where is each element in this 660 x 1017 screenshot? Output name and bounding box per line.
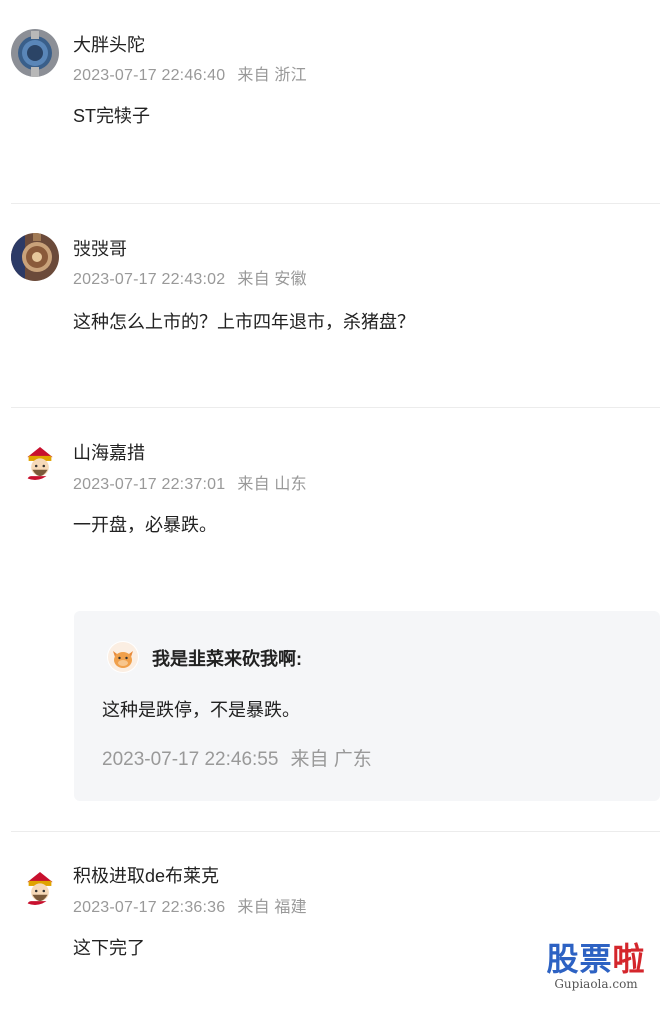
watermark-domain: Gupiaola.com [554, 977, 638, 991]
comment-content: ST完犊子 [73, 106, 151, 126]
timestamp: 2023-07-17 22:46:40 [73, 67, 226, 84]
divider [11, 407, 660, 408]
reply-timestamp: 2023-07-17 22:46:55 [102, 749, 279, 770]
username[interactable]: 积极进取de布莱克 [73, 864, 219, 888]
comment-content: 这种怎么上市的？上市四年退市，杀猪盘？ [73, 312, 415, 332]
username[interactable]: 山海嘉措 [73, 441, 145, 465]
divider [11, 831, 660, 832]
comment-meta: 2023-07-17 22:46:40 来自 浙江 [73, 66, 307, 86]
divider [11, 203, 660, 204]
watch-avatar-icon[interactable] [11, 29, 59, 77]
comment-meta: 2023-07-17 22:36:36 来自 福建 [73, 898, 307, 918]
username[interactable]: 大胖头陀 [73, 33, 145, 57]
reply-box: 我是韭菜来砍我啊: 这种是跌停，不是暴跌。 2023-07-17 22:46:5… [74, 611, 660, 801]
comment-content: 这下完了 [73, 938, 145, 958]
site-watermark-logo: 股票啦 Gupiaola.com [538, 941, 654, 999]
comment-page: 大胖头陀 2023-07-17 22:46:40 来自 浙江 ST完犊子 弢弢哥 … [0, 0, 660, 1017]
cow-avatar-icon[interactable] [107, 641, 139, 673]
reply-content: 这种是跌停，不是暴跌。 [102, 700, 300, 720]
location: 来自 福建 [237, 899, 307, 916]
username[interactable]: 弢弢哥 [73, 237, 127, 261]
fortune-god-avatar-icon[interactable] [16, 867, 54, 905]
reply-username[interactable]: 我是韭菜来砍我啊: [152, 645, 302, 671]
location: 来自 安徽 [237, 271, 307, 288]
watch-avatar-icon[interactable] [11, 233, 59, 281]
timestamp: 2023-07-17 22:43:02 [73, 271, 226, 288]
watermark-title-b: 啦 [612, 940, 646, 978]
comment-content: 一开盘，必暴跌。 [73, 515, 217, 535]
location: 来自 山东 [237, 476, 307, 493]
watermark-title: 股票啦 [538, 941, 654, 977]
comment-meta: 2023-07-17 22:43:02 来自 安徽 [73, 270, 307, 290]
comment-meta: 2023-07-17 22:37:01 来自 山东 [73, 475, 307, 495]
timestamp: 2023-07-17 22:36:36 [73, 899, 226, 916]
fortune-god-avatar-icon[interactable] [16, 442, 54, 480]
location: 来自 浙江 [237, 67, 307, 84]
timestamp: 2023-07-17 22:37:01 [73, 476, 226, 493]
reply-location: 来自 广东 [290, 749, 372, 770]
watermark-title-a: 股票 [546, 940, 613, 978]
reply-meta: 2023-07-17 22:46:55 来自 广东 [102, 744, 372, 771]
